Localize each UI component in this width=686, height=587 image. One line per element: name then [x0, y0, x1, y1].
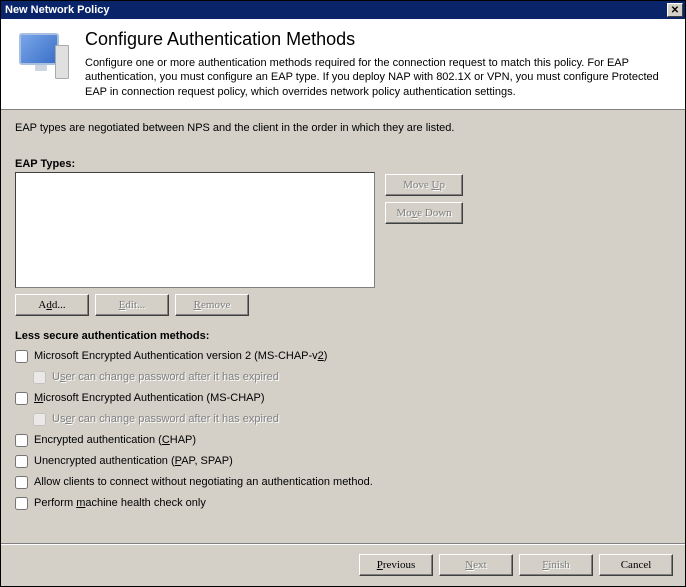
- chk-machine-health-label: Perform machine health check only: [34, 497, 206, 509]
- chk-mschap-row: Microsoft Encrypted Authentication (MS-C…: [15, 390, 671, 407]
- less-secure-label: Less secure authentication methods:: [15, 330, 671, 342]
- header-text: Configure Authentication Methods Configu…: [85, 29, 671, 99]
- header-panel: Configure Authentication Methods Configu…: [1, 19, 685, 110]
- chk-pap-label: Unencrypted authentication (PAP, SPAP): [34, 455, 233, 467]
- eap-edit-buttons: Add... Edit... Remove: [15, 294, 671, 316]
- eap-types-listbox[interactable]: [15, 172, 375, 288]
- edit-button[interactable]: Edit...: [95, 294, 169, 316]
- chk-mschapv2-label: Microsoft Encrypted Authentication versi…: [34, 350, 327, 362]
- chk-noauth-label: Allow clients to connect without negotia…: [34, 476, 373, 488]
- chk-pap-row: Unencrypted authentication (PAP, SPAP): [15, 453, 671, 470]
- chk-chap-row: Encrypted authentication (CHAP): [15, 432, 671, 449]
- next-button[interactable]: Next: [439, 554, 513, 576]
- eap-order-note: EAP types are negotiated between NPS and…: [15, 122, 671, 134]
- chk-noauth[interactable]: [15, 476, 28, 489]
- cancel-button[interactable]: Cancel: [599, 554, 673, 576]
- page-description: Configure one or more authentication met…: [85, 56, 671, 99]
- close-button[interactable]: ✕: [667, 3, 683, 17]
- chk-mschap-pwd-row: User can change password after it has ex…: [33, 411, 671, 428]
- chk-machine-health[interactable]: [15, 497, 28, 510]
- previous-button[interactable]: Previous: [359, 554, 433, 576]
- eap-types-label: EAP Types:: [15, 158, 671, 170]
- chk-mschapv2-pwd-row: User can change password after it has ex…: [33, 369, 671, 386]
- chk-mschapv2[interactable]: [15, 350, 28, 363]
- move-down-button[interactable]: Move Down: [385, 202, 463, 224]
- finish-button[interactable]: Finish: [519, 554, 593, 576]
- chk-chap-label: Encrypted authentication (CHAP): [34, 434, 196, 446]
- chk-mschapv2-pwd[interactable]: [33, 371, 46, 384]
- chk-machine-health-row: Perform machine health check only: [15, 495, 671, 512]
- chk-pap[interactable]: [15, 455, 28, 468]
- eap-row: Move Up Move Down: [15, 172, 671, 288]
- body-panel: EAP types are negotiated between NPS and…: [1, 110, 685, 543]
- page-title: Configure Authentication Methods: [85, 29, 671, 50]
- add-button[interactable]: Add...: [15, 294, 89, 316]
- chk-mschap-label: Microsoft Encrypted Authentication (MS-C…: [34, 392, 264, 404]
- wizard-window: New Network Policy ✕ Configure Authentic…: [0, 0, 686, 587]
- move-up-button[interactable]: Move Up: [385, 174, 463, 196]
- window-title: New Network Policy: [5, 4, 110, 16]
- titlebar: New Network Policy ✕: [1, 1, 685, 19]
- chk-mschapv2-pwd-label: User can change password after it has ex…: [52, 371, 279, 383]
- chk-noauth-row: Allow clients to connect without negotia…: [15, 474, 671, 491]
- chk-mschapv2-row: Microsoft Encrypted Authentication versi…: [15, 348, 671, 365]
- wizard-footer: Previous Next Finish Cancel: [1, 543, 685, 586]
- remove-button[interactable]: Remove: [175, 294, 249, 316]
- chk-mschap-pwd-label: User can change password after it has ex…: [52, 413, 279, 425]
- chk-mschap[interactable]: [15, 392, 28, 405]
- computer-icon: [15, 29, 71, 85]
- chk-chap[interactable]: [15, 434, 28, 447]
- chk-mschap-pwd[interactable]: [33, 413, 46, 426]
- reorder-buttons: Move Up Move Down: [385, 172, 463, 224]
